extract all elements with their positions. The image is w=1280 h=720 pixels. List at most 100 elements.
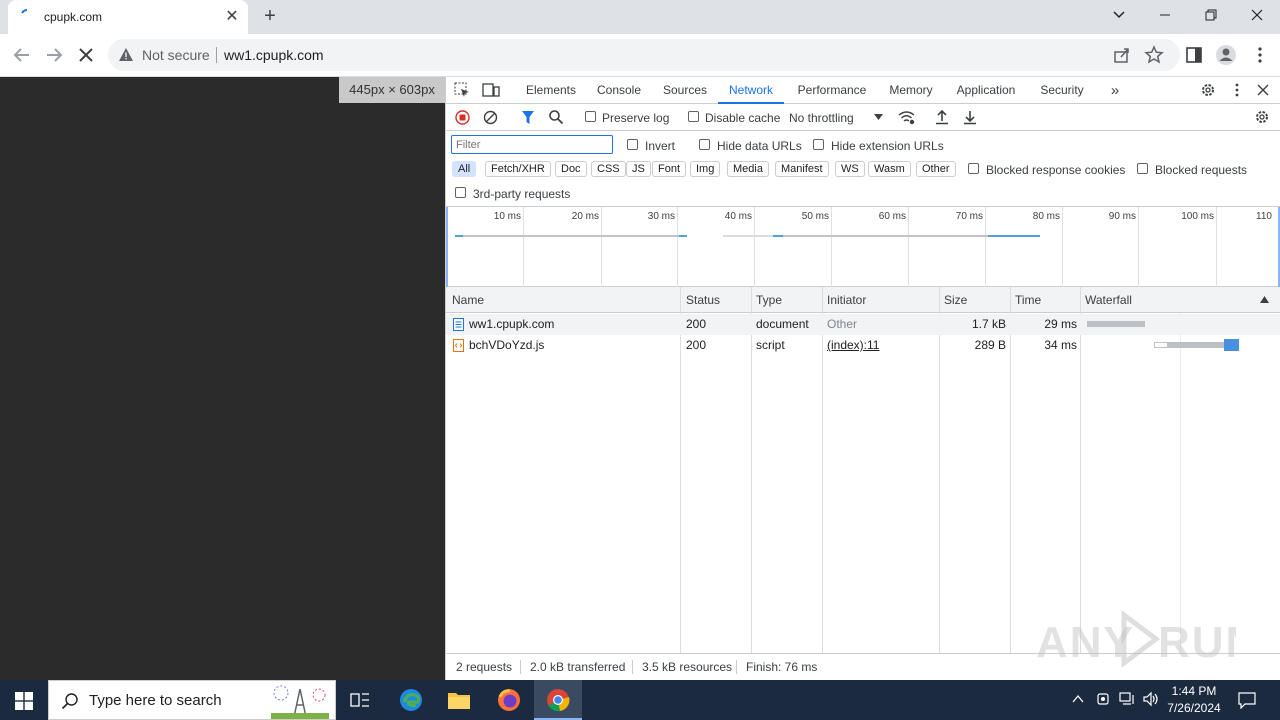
- hide-data-urls-checkbox[interactable]: [699, 139, 710, 150]
- tab-sources[interactable]: Sources: [656, 77, 714, 104]
- column-time[interactable]: Time: [1009, 287, 1080, 313]
- type-filter-manifest[interactable]: Manifest: [775, 161, 829, 177]
- import-har-icon[interactable]: [935, 109, 949, 125]
- clear-log-icon[interactable]: [483, 110, 498, 125]
- export-har-icon[interactable]: [963, 109, 977, 125]
- url-text[interactable]: ww1.cpupk.com: [224, 47, 324, 63]
- type-filter-ws[interactable]: WS: [835, 161, 865, 177]
- sort-ascending-icon[interactable]: [1260, 296, 1269, 303]
- type-filter-wasm[interactable]: Wasm: [868, 161, 911, 177]
- tab-memory[interactable]: Memory: [880, 77, 942, 104]
- minimize-icon[interactable]: [1151, 3, 1179, 29]
- third-party-checkbox[interactable]: [455, 187, 466, 198]
- edge-taskbar-icon[interactable]: [387, 680, 435, 720]
- taskbar-search-placeholder: Type here to search: [89, 692, 222, 709]
- settings-gear-icon[interactable]: [1200, 82, 1216, 98]
- inspect-element-icon[interactable]: [454, 82, 470, 98]
- overview-gridline: [677, 207, 678, 287]
- security-label[interactable]: Not secure: [142, 47, 210, 63]
- tab-title: cpupk.com: [44, 10, 103, 24]
- request-name[interactable]: bchVDoYzd.js: [469, 335, 544, 356]
- address-bar[interactable]: Not secure ww1.cpupk.com: [108, 39, 1180, 71]
- column-type[interactable]: Type: [750, 287, 820, 313]
- waterfall-bar[interactable]: [1087, 321, 1145, 327]
- throttling-dropdown-icon[interactable]: [874, 113, 883, 121]
- tab-application[interactable]: Application: [949, 77, 1023, 104]
- preserve-log-checkbox[interactable]: [585, 111, 596, 122]
- restore-icon[interactable]: [1197, 3, 1225, 29]
- task-view-icon[interactable]: [350, 691, 370, 709]
- filter-funnel-icon[interactable]: [521, 110, 535, 125]
- page-viewport[interactable]: [0, 77, 445, 680]
- type-filter-other[interactable]: Other: [916, 161, 956, 177]
- network-tray-icon[interactable]: [1118, 691, 1136, 707]
- type-filter-all[interactable]: All: [452, 161, 477, 177]
- type-filter-img[interactable]: Img: [690, 161, 721, 177]
- hide-extension-urls-checkbox[interactable]: [813, 139, 824, 150]
- stop-loading-icon[interactable]: [74, 43, 98, 67]
- windows-start-icon[interactable]: [15, 692, 33, 710]
- chrome-taskbar-icon[interactable]: [534, 680, 582, 720]
- request-name[interactable]: ww1.cpupk.com: [469, 314, 554, 335]
- column-waterfall[interactable]: Waterfall: [1079, 287, 1259, 313]
- type-filter-css[interactable]: CSS: [591, 161, 626, 177]
- tab-elements[interactable]: Elements: [519, 77, 583, 104]
- close-devtools-icon[interactable]: [1256, 83, 1270, 97]
- tab-security[interactable]: Security: [1031, 77, 1093, 104]
- waterfall-bar-wait[interactable]: [1168, 342, 1224, 348]
- type-filter-js[interactable]: JS: [626, 161, 651, 177]
- browser-menu-icon[interactable]: [1248, 43, 1272, 67]
- blocked-requests-checkbox[interactable]: [1137, 163, 1148, 174]
- network-conditions-icon[interactable]: [898, 110, 915, 125]
- browser-tab[interactable]: cpupk.com ✕: [8, 0, 248, 34]
- file-explorer-taskbar-icon[interactable]: [435, 680, 483, 720]
- devtools-menu-icon[interactable]: [1230, 82, 1244, 98]
- back-icon[interactable]: [10, 43, 34, 67]
- tab-network[interactable]: Network: [718, 77, 784, 104]
- table-row[interactable]: bchVDoYzd.js 200 script (index):11 289 B…: [446, 335, 1280, 356]
- record-stop-icon[interactable]: [455, 110, 470, 125]
- taskbar-search-box[interactable]: Type here to search: [48, 680, 336, 720]
- notifications-icon[interactable]: [1238, 691, 1256, 709]
- filter-input[interactable]: [451, 135, 613, 154]
- close-window-icon[interactable]: [1243, 3, 1271, 29]
- device-toolbar-icon[interactable]: [482, 82, 500, 98]
- profile-avatar-icon[interactable]: [1214, 43, 1238, 67]
- side-panel-icon[interactable]: [1182, 43, 1206, 67]
- more-tabs-icon[interactable]: »: [1101, 77, 1129, 104]
- waterfall-bar-queue[interactable]: [1154, 342, 1168, 348]
- firefox-taskbar-icon[interactable]: [485, 680, 533, 720]
- column-initiator[interactable]: Initiator: [821, 287, 939, 313]
- search-icon[interactable]: [548, 109, 564, 125]
- tab-close-icon[interactable]: ✕: [222, 7, 242, 27]
- disable-cache-checkbox[interactable]: [688, 111, 699, 122]
- network-overview-timeline[interactable]: 10 ms 20 ms 30 ms 40 ms 50 ms 60 ms 70 m…: [446, 207, 1280, 287]
- blocked-response-cookies-checkbox[interactable]: [968, 163, 979, 174]
- tab-search-chevron-icon[interactable]: [1105, 3, 1133, 29]
- type-filter-doc[interactable]: Doc: [555, 161, 587, 177]
- tab-console[interactable]: Console: [590, 77, 648, 104]
- overview-left-handle[interactable]: [446, 207, 448, 287]
- volume-tray-icon[interactable]: [1142, 691, 1160, 707]
- column-name[interactable]: Name: [446, 287, 681, 313]
- device-tray-icon[interactable]: [1096, 691, 1110, 707]
- show-hidden-icons-chevron-icon[interactable]: [1072, 694, 1084, 704]
- column-size[interactable]: Size: [938, 287, 1008, 313]
- warning-icon[interactable]: [118, 47, 134, 63]
- forward-icon[interactable]: [42, 43, 66, 67]
- type-filter-media[interactable]: Media: [727, 161, 769, 177]
- type-filter-font[interactable]: Font: [652, 161, 687, 177]
- tab-performance[interactable]: Performance: [791, 77, 873, 104]
- network-settings-gear-icon[interactable]: [1254, 109, 1270, 125]
- throttling-select[interactable]: No throttling: [789, 111, 854, 125]
- taskbar-clock[interactable]: 1:44 PM 7/26/2024: [1164, 683, 1224, 717]
- invert-checkbox[interactable]: [627, 139, 638, 150]
- new-tab-button[interactable]: +: [258, 5, 282, 29]
- type-filter-fetch-xhr[interactable]: Fetch/XHR: [485, 161, 551, 177]
- share-icon[interactable]: [1110, 43, 1134, 67]
- column-status[interactable]: Status: [680, 287, 751, 313]
- waterfall-bar-download[interactable]: [1224, 339, 1239, 351]
- request-initiator-link[interactable]: (index):11: [827, 335, 879, 356]
- bookmark-star-icon[interactable]: [1142, 43, 1166, 67]
- table-row[interactable]: ww1.cpupk.com 200 document Other 1.7 kB …: [446, 314, 1280, 335]
